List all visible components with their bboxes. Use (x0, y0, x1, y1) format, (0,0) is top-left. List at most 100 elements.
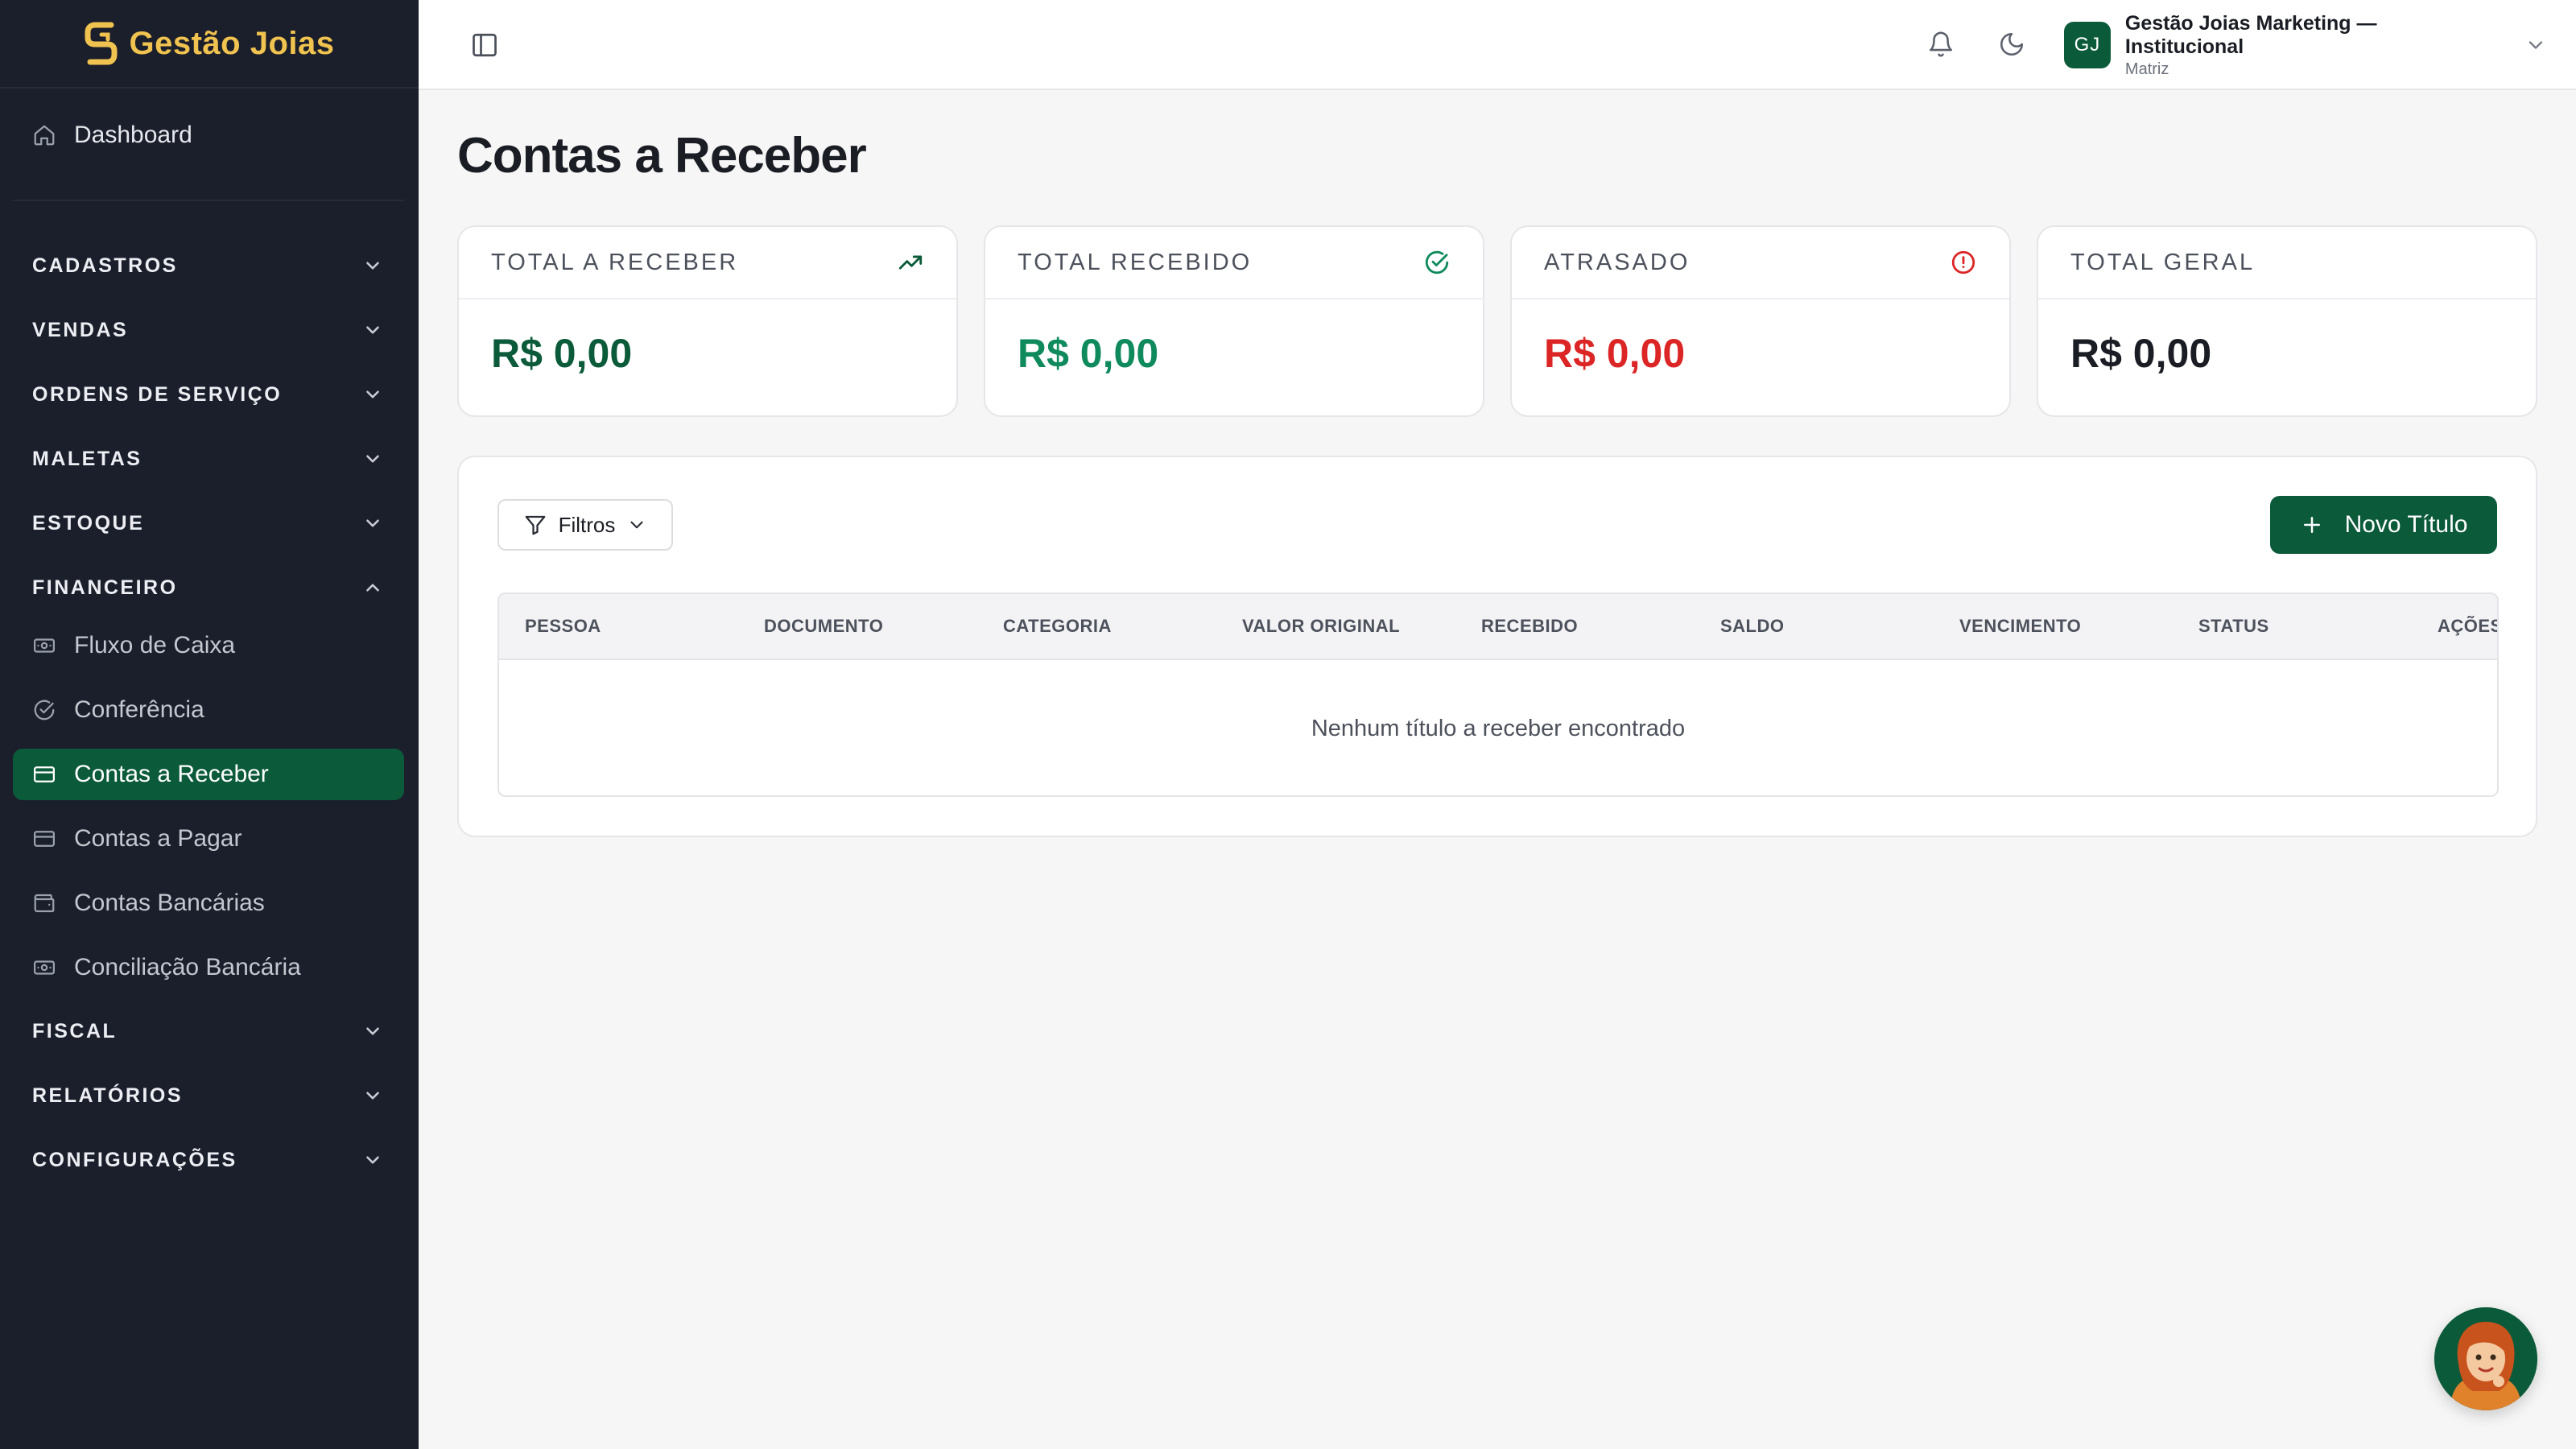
sidebar-section-configuracoes[interactable]: CONFIGURAÇÕES (13, 1134, 404, 1186)
sidebar-item-label: Fluxo de Caixa (74, 632, 236, 658)
chevron-down-icon (630, 521, 643, 529)
column-header-recebido[interactable]: RECEBIDO (1481, 594, 1578, 658)
sidebar-item-fluxo-de-caixa[interactable]: Fluxo de Caixa (13, 620, 404, 671)
sidebar-item-label: Dashboard (74, 122, 192, 148)
stat-label: TOTAL A RECEBER (491, 249, 739, 275)
brand[interactable]: Gestão Joias (0, 0, 419, 89)
sidebar-item-contas-bancarias[interactable]: Contas Bancárias (13, 877, 404, 929)
section-label: ESTOQUE (32, 511, 145, 535)
new-title-button[interactable]: Novo Título (2270, 496, 2497, 554)
section-label: FINANCEIRO (32, 576, 178, 599)
column-header-acoes: AÇÕES (2438, 616, 2499, 636)
section-label: VENDAS (32, 318, 129, 341)
sidebar-toggle-icon[interactable] (470, 31, 499, 60)
sidebar-item-contas-a-pagar[interactable]: Contas a Pagar (13, 813, 404, 865)
stat-label: TOTAL GERAL (2070, 249, 2256, 275)
column-header-status[interactable]: STATUS (2198, 594, 2269, 658)
stat-label: TOTAL RECEBIDO (1018, 249, 1253, 275)
column-header-saldo[interactable]: SALDO (1720, 594, 1785, 658)
stat-header: TOTAL GERAL (2038, 227, 2536, 299)
stat-card-total-recebido: TOTAL RECEBIDO R$ 0,00 (984, 225, 1484, 417)
sidebar: Gestão Joias Dashboard CADASTROS VENDAS … (0, 0, 419, 1449)
sidebar-section-ordens-de-servico[interactable]: ORDENS DE SERVIÇO (13, 369, 404, 420)
sidebar-section-estoque[interactable]: ESTOQUE (13, 497, 404, 549)
chevron-down-icon (366, 1092, 379, 1100)
cash-icon (34, 638, 55, 653)
section-label: ORDENS DE SERVIÇO (32, 382, 283, 406)
filter-icon (525, 515, 545, 535)
page-title: Contas a Receber (457, 128, 867, 184)
chevron-down-icon (2529, 41, 2543, 49)
bell-icon[interactable] (1927, 31, 1955, 58)
column-header-documento[interactable]: DOCUMENTO (764, 594, 883, 658)
sidebar-item-label: Contas a Receber (74, 761, 269, 787)
chevron-down-icon (366, 262, 379, 270)
cash-icon (34, 960, 55, 975)
chevron-down-icon (366, 519, 379, 527)
card-icon (34, 831, 55, 847)
section-label: CADASTROS (32, 254, 178, 277)
org-branch: Matriz (2124, 60, 2169, 78)
stat-value: R$ 0,00 (2070, 331, 2212, 376)
wallet-icon (34, 894, 55, 913)
stat-value: R$ 0,00 (1018, 331, 1159, 376)
new-title-label: Novo Título (2344, 511, 2468, 538)
sidebar-section-financeiro[interactable]: FINANCEIRO (13, 562, 404, 613)
sidebar-section-relatorios[interactable]: RELATÓRIOS (13, 1070, 404, 1121)
column-header-valor-original[interactable]: VALOR ORIGINAL (1242, 594, 1400, 658)
sidebar-section-cadastros[interactable]: CADASTROS (13, 240, 404, 291)
org-name: Gestão Joias Marketing — Institucional (2124, 11, 2377, 58)
chevron-down-icon (366, 1156, 379, 1164)
brand-name: Gestão Joias (129, 25, 335, 61)
stat-card-total-geral: TOTAL GERAL R$ 0,00 (2037, 225, 2537, 417)
assistant-avatar-icon (2434, 1307, 2537, 1410)
trending-up-icon (898, 255, 923, 270)
chevron-up-icon (366, 584, 379, 592)
sidebar-section-fiscal[interactable]: FISCAL (13, 1005, 404, 1057)
alert-circle-icon (1951, 250, 1975, 275)
check-circle-icon (34, 700, 55, 720)
chevron-down-icon (366, 1027, 379, 1035)
filters-label: Filtros (558, 512, 616, 537)
stat-value: R$ 0,00 (491, 331, 633, 376)
stat-card-atrasado: ATRASADO R$ 0,00 (1510, 225, 2011, 417)
receivables-panel: Filtros Novo Título PESSOA DOCUMENTO CAT… (457, 456, 2537, 837)
home-icon (34, 125, 55, 146)
brand-logo-icon (85, 22, 118, 65)
chevron-down-icon (366, 326, 379, 334)
stat-header: TOTAL A RECEBER (459, 227, 956, 299)
sidebar-item-dashboard[interactable]: Dashboard (13, 109, 404, 161)
section-label: MALETAS (32, 447, 142, 470)
sidebar-section-vendas[interactable]: VENDAS (13, 304, 404, 356)
column-header-vencimento[interactable]: VENCIMENTO (1959, 594, 2081, 658)
sidebar-item-conferencia[interactable]: Conferência (13, 684, 404, 736)
sidebar-item-label: Conciliação Bancária (74, 954, 301, 980)
sidebar-divider (13, 200, 404, 201)
organization-switcher[interactable]: GJ Gestão Joias Marketing — Instituciona… (2064, 12, 2547, 78)
section-label: RELATÓRIOS (32, 1084, 184, 1107)
sidebar-item-contas-a-receber[interactable]: Contas a Receber (13, 749, 404, 800)
topbar: GJ Gestão Joias Marketing — Instituciona… (419, 0, 2576, 90)
empty-state-message: Nenhum título a receber encontrado (1311, 715, 1686, 741)
sidebar-section-maletas[interactable]: MALETAS (13, 433, 404, 485)
stat-header: TOTAL RECEBIDO (985, 227, 1483, 299)
receivables-table: PESSOA DOCUMENTO CATEGORIA VALOR ORIGINA… (497, 592, 2499, 797)
sidebar-item-label: Contas a Pagar (74, 825, 242, 852)
column-header-pessoa[interactable]: PESSOA (525, 594, 601, 658)
section-label: CONFIGURAÇÕES (32, 1148, 237, 1171)
chevron-down-icon (366, 390, 379, 398)
stat-value: R$ 0,00 (1544, 331, 1686, 376)
section-label: FISCAL (32, 1019, 118, 1042)
assistant-avatar-button[interactable] (2434, 1307, 2537, 1410)
chevron-down-icon (366, 455, 379, 463)
stat-card-total-a-receber: TOTAL A RECEBER R$ 0,00 (457, 225, 958, 417)
sidebar-item-conciliacao-bancaria[interactable]: Conciliação Bancária (13, 942, 404, 993)
check-circle-icon (1425, 250, 1449, 275)
stat-header: ATRASADO (1512, 227, 2009, 299)
sidebar-item-label: Contas Bancárias (74, 890, 265, 916)
filters-button[interactable]: Filtros (497, 499, 673, 551)
stat-label: ATRASADO (1544, 249, 1690, 275)
moon-icon[interactable] (1998, 31, 2025, 58)
column-header-categoria[interactable]: CATEGORIA (1003, 594, 1112, 658)
card-icon (34, 766, 55, 782)
